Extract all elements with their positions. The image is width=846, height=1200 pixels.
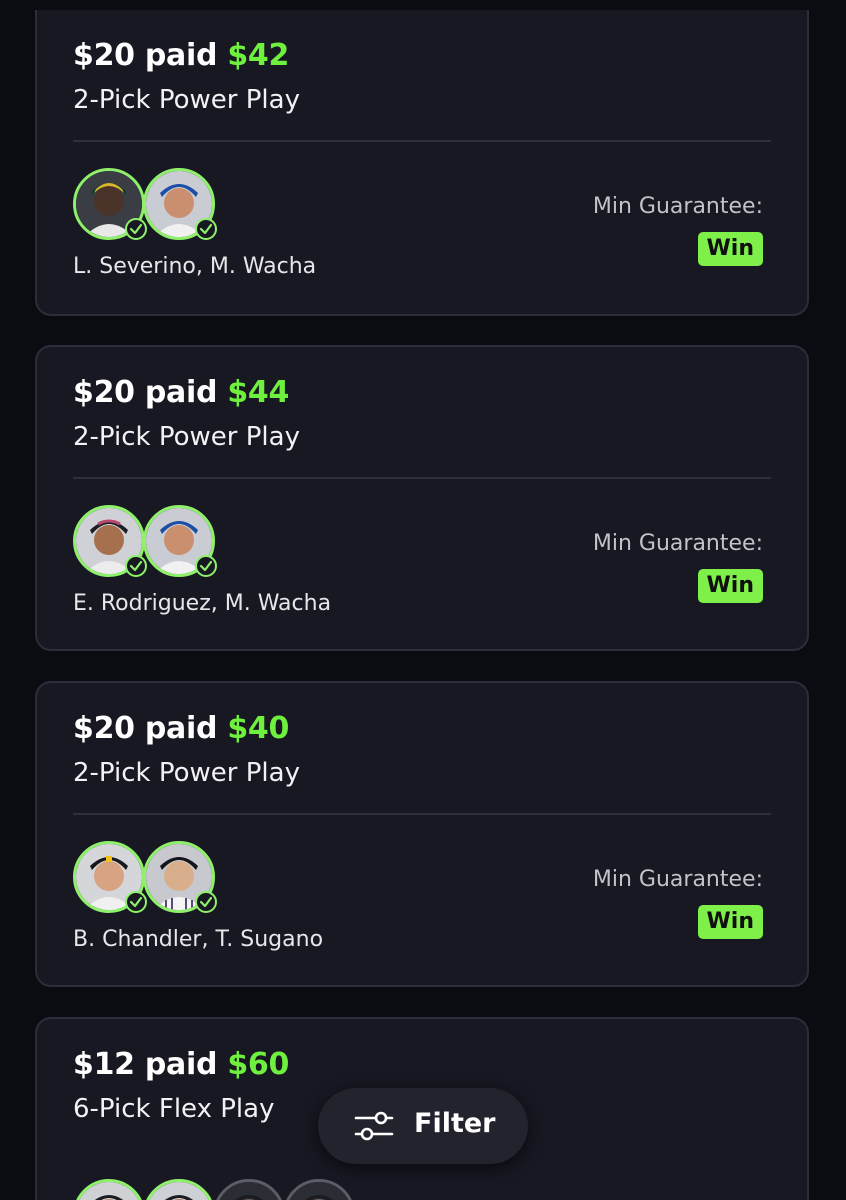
check-icon <box>125 555 147 577</box>
entry-headline: $12 paid $60 <box>73 1047 289 1082</box>
check-icon <box>125 218 147 240</box>
player-names: B. Chandler, T. Sugano <box>73 927 324 952</box>
divider <box>73 477 771 479</box>
play-type: 2-Pick Power Play <box>73 758 300 788</box>
paid-amount: $20 paid <box>73 711 218 746</box>
player-avatar <box>73 1179 145 1200</box>
payout-amount: $60 <box>227 1047 290 1082</box>
player-names: L. Severino, M. Wacha <box>73 254 317 279</box>
player-avatar <box>283 1179 355 1200</box>
entry-card[interactable]: $20 paid $44 2-Pick Power Play E. Rodrig… <box>35 345 809 651</box>
player-avatar <box>213 1179 285 1200</box>
entry-headline: $20 paid $40 <box>73 711 289 746</box>
entry-card[interactable]: $20 paid $40 2-Pick Power Play B. Chandl… <box>35 681 809 987</box>
filter-label: Filter <box>414 1108 496 1139</box>
player-avatar <box>143 1179 215 1200</box>
check-icon <box>125 891 147 913</box>
play-type: 2-Pick Power Play <box>73 422 300 452</box>
player-avatars <box>73 168 373 248</box>
play-type: 6-Pick Flex Play <box>73 1094 275 1124</box>
player-avatars <box>73 505 373 585</box>
player-avatars <box>73 1179 373 1200</box>
payout-amount: $42 <box>227 38 290 73</box>
win-badge: Win <box>697 569 763 603</box>
min-guarantee-label: Min Guarantee: <box>592 867 763 892</box>
divider <box>73 813 771 815</box>
player-avatars <box>73 841 373 921</box>
paid-amount: $20 paid <box>73 375 218 410</box>
min-guarantee-label: Min Guarantee: <box>592 531 763 556</box>
check-icon <box>195 218 217 240</box>
entries-screen: $20 paid $42 2-Pick Power Play L. Severi… <box>0 0 846 1200</box>
paid-amount: $20 paid <box>73 38 218 73</box>
divider <box>73 140 771 142</box>
entry-headline: $20 paid $42 <box>73 38 289 73</box>
play-type: 2-Pick Power Play <box>73 85 300 115</box>
check-icon <box>195 555 217 577</box>
player-names: E. Rodriguez, M. Wacha <box>73 591 332 616</box>
win-badge: Win <box>697 905 763 939</box>
min-guarantee-label: Min Guarantee: <box>592 194 763 219</box>
payout-amount: $40 <box>227 711 290 746</box>
entry-headline: $20 paid $44 <box>73 375 289 410</box>
check-icon <box>195 891 217 913</box>
payout-amount: $44 <box>227 375 290 410</box>
filter-button[interactable]: Filter <box>318 1088 528 1164</box>
entry-card[interactable]: $20 paid $42 2-Pick Power Play L. Severi… <box>35 10 809 316</box>
sliders-icon <box>354 1108 394 1144</box>
paid-amount: $12 paid <box>73 1047 218 1082</box>
win-badge: Win <box>697 232 763 266</box>
